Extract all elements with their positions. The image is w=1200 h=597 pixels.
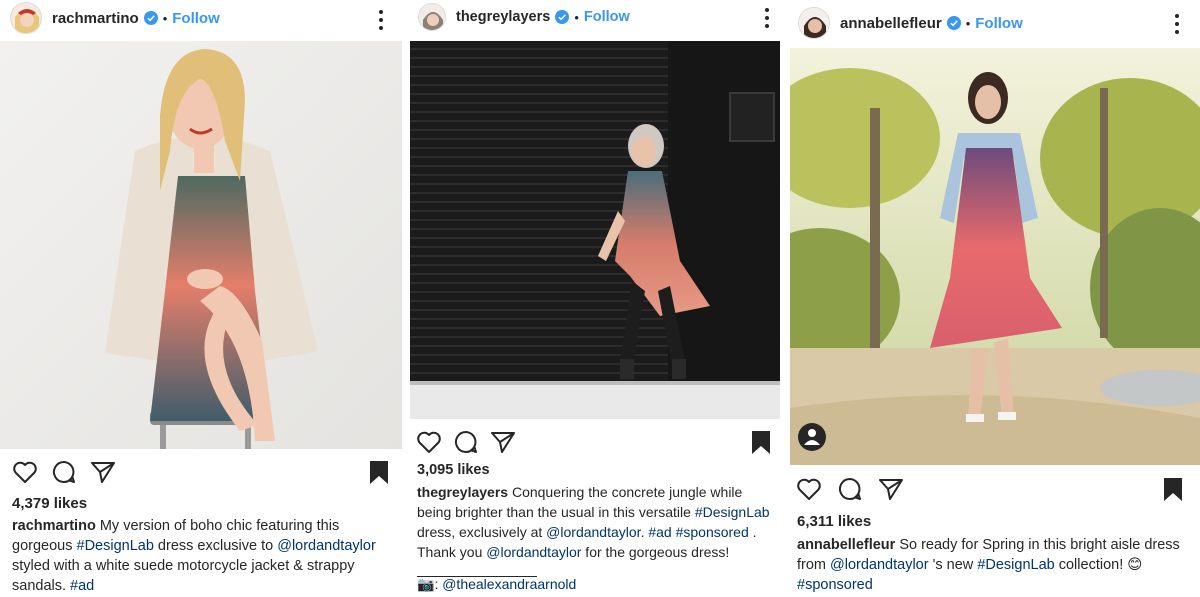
hashtag-sponsored[interactable]: #sponsored	[676, 524, 749, 540]
bookmark-icon[interactable]	[1162, 477, 1184, 503]
photo-woman-white-jacket	[0, 41, 402, 449]
caption-text: collection!	[1054, 557, 1128, 573]
post-photo[interactable]	[790, 48, 1200, 465]
caption-username[interactable]: thegreylayers	[417, 484, 508, 500]
hashtag-designlab[interactable]: #DesignLab	[977, 557, 1054, 573]
photo-woman-denim-jacket-garden	[790, 48, 1200, 465]
photo-credit: 📷: @thealexandraarnold	[417, 576, 576, 593]
comment-icon[interactable]	[454, 430, 478, 454]
post-header: annabellefleur • Follow	[790, 6, 1200, 40]
hashtag-ad[interactable]: #ad	[70, 578, 94, 594]
caption: rachmartino My version of boho chic feat…	[12, 516, 396, 596]
mention-lordandtaylor[interactable]: @lordandtaylor	[830, 557, 929, 573]
hashtag-sponsored[interactable]: #sponsored	[797, 577, 873, 593]
heart-icon[interactable]	[796, 477, 822, 501]
mention-lordandtaylor[interactable]: @lordandtaylor	[277, 538, 376, 554]
share-icon[interactable]	[90, 460, 116, 484]
smile-emoji-icon: 😊	[1127, 557, 1143, 573]
avatar[interactable]	[418, 3, 446, 31]
avatar[interactable]	[798, 7, 830, 39]
caption: thegreylayers Conquering the concrete ju…	[417, 482, 779, 582]
action-bar	[408, 430, 788, 460]
caption-text: styled with a white suede motorcycle jac…	[12, 558, 355, 594]
caption-text: 's new	[928, 557, 978, 573]
mention-thealexandraarnold[interactable]: @thealexandraarnold	[442, 576, 576, 592]
username[interactable]: rachmartino	[52, 10, 139, 27]
share-icon[interactable]	[490, 430, 516, 454]
more-options-icon[interactable]	[764, 8, 770, 28]
avatar-image	[799, 8, 829, 38]
hashtag-ad[interactable]: #ad	[648, 524, 671, 540]
username[interactable]: annabellefleur	[840, 15, 942, 32]
verified-badge-icon	[555, 10, 570, 24]
separator-dot: •	[574, 9, 579, 25]
comment-icon[interactable]	[52, 460, 76, 484]
mention-lordandtaylor[interactable]: @lordandtaylor	[546, 524, 640, 540]
hashtag-designlab[interactable]: #DesignLab	[695, 504, 770, 520]
caption: annabellefleur So ready for Spring in th…	[797, 535, 1187, 595]
likes-count[interactable]: 3,095 likes	[417, 462, 490, 478]
photo-woman-black-door	[410, 41, 780, 419]
share-icon[interactable]	[878, 477, 904, 501]
more-options-icon[interactable]	[1174, 14, 1180, 34]
caption-text: dress exclusive to	[153, 538, 278, 554]
avatar[interactable]	[10, 2, 42, 34]
likes-count[interactable]: 4,379 likes	[12, 495, 87, 512]
hashtag-designlab[interactable]: #DesignLab	[77, 538, 154, 554]
avatar-image	[419, 4, 445, 30]
follow-button[interactable]: Follow	[584, 9, 630, 25]
bookmark-icon[interactable]	[368, 460, 390, 486]
heart-icon[interactable]	[416, 430, 442, 454]
post-photo[interactable]	[0, 41, 402, 449]
action-bar	[790, 477, 1200, 507]
follow-button[interactable]: Follow	[172, 10, 220, 27]
mention-lordandtaylor[interactable]: @lordandtaylor	[486, 544, 581, 560]
avatar-image	[11, 3, 41, 33]
bookmark-icon[interactable]	[750, 430, 772, 456]
post-header: rachmartino • Follow	[0, 2, 402, 34]
caption-text: dress, exclusively at	[417, 524, 547, 540]
caption-username[interactable]: rachmartino	[12, 518, 96, 534]
action-bar	[0, 460, 402, 490]
comment-icon[interactable]	[838, 477, 862, 501]
separator-dot: •	[162, 10, 168, 26]
likes-count[interactable]: 6,311 likes	[797, 513, 871, 530]
verified-badge-icon	[143, 11, 158, 25]
post-header: thegreylayers • Follow	[408, 2, 788, 32]
post-card-thegreylayers: thegreylayers • Follow 3,095 likes thegr…	[408, 0, 788, 597]
follow-button[interactable]: Follow	[975, 15, 1023, 32]
username[interactable]: thegreylayers	[456, 9, 550, 25]
verified-badge-icon	[946, 16, 961, 30]
more-options-icon[interactable]	[378, 10, 384, 30]
post-card-rachmartino: rachmartino • Follow 4,379 likes rachmar…	[0, 0, 402, 597]
heart-icon[interactable]	[12, 460, 38, 484]
caption-username[interactable]: annabellefleur	[797, 537, 895, 553]
caption-text: for the gorgeous dress!	[581, 544, 730, 560]
post-photo[interactable]	[410, 41, 780, 419]
post-card-annabellefleur: annabellefleur • Follow 6,311 likes anna…	[790, 0, 1200, 597]
separator-dot: •	[965, 15, 971, 31]
camera-icon: 📷	[417, 576, 435, 592]
